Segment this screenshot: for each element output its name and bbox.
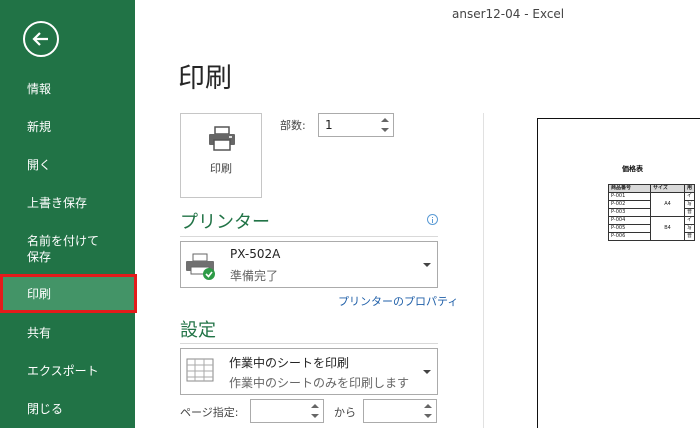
pane-divider [483, 113, 484, 428]
table-header-cell: 用 [683, 184, 696, 193]
table-cell: 普 [683, 208, 696, 217]
page-from-decrease[interactable] [309, 411, 321, 421]
print-button-label: 印刷 [210, 162, 232, 175]
printer-icon [209, 126, 235, 151]
printer-ready-icon [186, 253, 215, 280]
nav-print[interactable]: 印刷 [0, 277, 135, 311]
chevron-down-icon [423, 370, 431, 374]
nav-save-as[interactable]: 名前を付けて 保存 [0, 233, 135, 265]
info-icon[interactable] [427, 214, 438, 225]
chevron-down-icon [423, 263, 431, 267]
nav-save[interactable]: 上書き保存 [0, 195, 135, 211]
settings-divider [180, 343, 438, 344]
print-button[interactable]: 印刷 [180, 113, 262, 198]
table-cell: 普 [683, 232, 696, 241]
nav-share[interactable]: 共有 [0, 325, 135, 341]
nav-export[interactable]: エクスポート [0, 363, 135, 379]
print-scope-dropdown[interactable]: 作業中のシートを印刷 作業中のシートのみを印刷します [180, 348, 438, 395]
printer-section-title: プリンター [180, 212, 270, 233]
copies-stepper[interactable]: 1 [318, 113, 394, 137]
window-title: anser12-04 - Excel [452, 7, 565, 21]
preview-table: 商品番号 サイズ 用 P-001 A4 イ P-002 写 P-003 普 P-… [608, 184, 696, 241]
printer-status: 準備完了 [230, 269, 279, 283]
page-from-stepper[interactable] [250, 399, 324, 423]
nav-close[interactable]: 閉じる [0, 401, 135, 417]
printer-name: PX-502A [230, 247, 281, 261]
table-cell: A4 [650, 192, 685, 217]
table-header-row: 商品番号 サイズ 用 [608, 184, 696, 193]
page-title: 印刷 [178, 63, 232, 94]
copies-increase[interactable] [379, 115, 391, 125]
table-cell: P-004 [608, 216, 651, 225]
copies-label: 部数: [280, 119, 306, 132]
nav-info[interactable]: 情報 [0, 81, 135, 97]
nav-new[interactable]: 新規 [0, 119, 135, 135]
table-cell: 写 [683, 200, 696, 209]
print-scope-value: 作業中のシートを印刷 [229, 356, 350, 370]
table-cell: イ [683, 192, 696, 201]
table-cell: P-005 [608, 224, 651, 233]
page-to-decrease[interactable] [422, 411, 434, 421]
pages-label: ページ指定: [180, 406, 239, 419]
page-to-stepper[interactable] [363, 399, 437, 423]
table-cell: P-006 [608, 232, 651, 241]
table-row: P-001 A4 イ [608, 192, 696, 217]
table-cell: B4 [650, 216, 685, 241]
table-cell: P-003 [608, 208, 651, 217]
printer-dropdown[interactable]: PX-502A 準備完了 [180, 241, 438, 288]
table-cell: P-002 [608, 200, 651, 209]
print-scope-description: 作業中のシートのみを印刷します [229, 376, 410, 390]
copies-decrease[interactable] [379, 125, 391, 135]
nav-open[interactable]: 開く [0, 157, 135, 173]
print-preview-page [537, 118, 700, 428]
table-row: P-004 B4 イ [608, 216, 696, 241]
table-header-cell: サイズ [650, 184, 685, 193]
table-cell: P-001 [608, 192, 651, 201]
table-cell: イ [683, 216, 696, 225]
page-to-increase[interactable] [422, 401, 434, 411]
arrow-left-icon [32, 32, 48, 46]
table-cell: 写 [683, 224, 696, 233]
preview-sheet-title: 価格表 [622, 165, 643, 173]
page-to-label: から [334, 406, 356, 419]
backstage-sidebar: 情報 新規 開く 上書き保存 名前を付けて 保存 印刷 共有 エクスポート 閉じ… [0, 0, 135, 428]
back-button[interactable] [23, 21, 59, 57]
table-header-cell: 商品番号 [608, 184, 651, 193]
settings-section-title: 設定 [180, 320, 216, 341]
page-from-increase[interactable] [309, 401, 321, 411]
printer-divider [180, 236, 438, 237]
copies-value: 1 [325, 118, 333, 132]
sheet-grid-icon [186, 358, 214, 382]
printer-properties-link[interactable]: プリンターのプロパティ [338, 293, 458, 309]
